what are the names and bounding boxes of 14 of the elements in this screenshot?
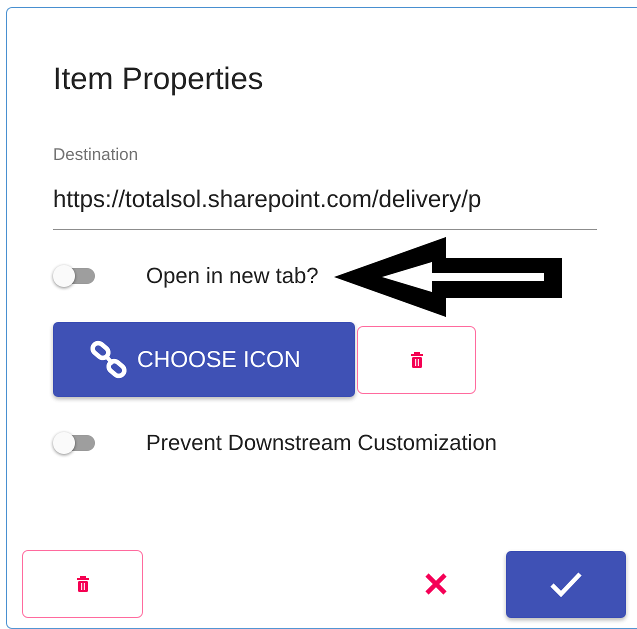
toggle-label: Prevent Downstream Customization xyxy=(146,430,497,456)
delete-button[interactable] xyxy=(22,550,143,618)
link-icon xyxy=(89,340,129,380)
dialog-title: Item Properties xyxy=(53,61,264,97)
checkmark-icon xyxy=(550,571,582,597)
choose-icon-button[interactable]: CHOOSE ICON xyxy=(53,322,355,397)
trash-icon xyxy=(76,575,90,593)
url-field[interactable]: https://totalsol.sharepoint.com/delivery/p xyxy=(53,185,597,230)
trash-icon xyxy=(410,350,424,368)
delete-button[interactable] xyxy=(357,326,476,394)
field-label: Destination xyxy=(53,145,140,165)
confirm-button[interactable] xyxy=(506,550,626,618)
toggle-label: Open in new tab? xyxy=(146,263,318,289)
close-icon xyxy=(424,572,448,596)
